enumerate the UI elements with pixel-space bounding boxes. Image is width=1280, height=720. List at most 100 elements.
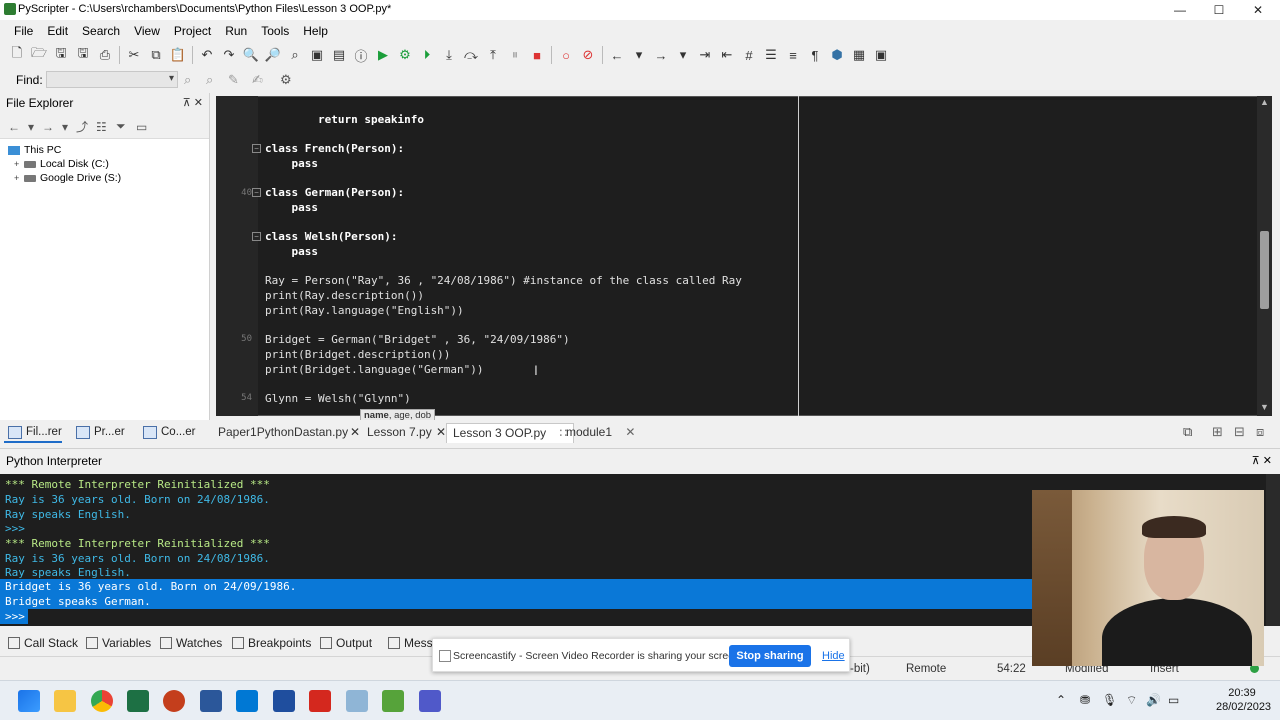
- tab-watches[interactable]: Watches: [158, 635, 222, 653]
- code-line[interactable]: return speakinfo: [265, 112, 424, 127]
- chevron-down-icon[interactable]: ▾: [28, 120, 42, 134]
- comment-icon[interactable]: #: [738, 44, 760, 66]
- tray-app-icon[interactable]: ⛃: [1080, 693, 1090, 707]
- find-input[interactable]: ▾: [46, 71, 178, 88]
- replace-icon[interactable]: ⌕: [284, 44, 306, 66]
- console-prompt[interactable]: >>>: [0, 609, 28, 624]
- chrome-icon[interactable]: [91, 690, 113, 712]
- folder-up-icon[interactable]: ⤴: [76, 118, 96, 135]
- fold-marker-icon[interactable]: −: [252, 188, 261, 197]
- word-icon[interactable]: [200, 690, 222, 712]
- editor-tab-lesson7[interactable]: Lesson 7.py: [367, 423, 432, 443]
- layout-icon[interactable]: ▦: [848, 44, 870, 66]
- code-line[interactable]: print(Bridget.language("German")): [265, 362, 484, 377]
- list-icon[interactable]: ☰: [760, 44, 782, 66]
- paste-icon[interactable]: 📋: [167, 44, 189, 66]
- print-icon[interactable]: ⎙: [94, 44, 116, 66]
- code-line[interactable]: print(Bridget.description()): [265, 347, 450, 362]
- menu-search[interactable]: Search: [75, 20, 127, 42]
- snipping-tool-icon[interactable]: [346, 690, 368, 712]
- tab-project-explorer[interactable]: Pr...er: [72, 423, 125, 443]
- editor-tab-lesson3-oop[interactable]: Lesson 3 OOP.py ∷: [446, 423, 575, 443]
- editor-vertical-scrollbar[interactable]: ▲ ▼: [1257, 96, 1272, 416]
- split-icon[interactable]: ⧈: [1256, 424, 1264, 440]
- wifi-icon[interactable]: ⌔: [1126, 693, 1137, 708]
- tree-node-this-pc[interactable]: This PC: [8, 143, 209, 157]
- dedent-icon[interactable]: ⇤: [716, 44, 738, 66]
- editor-tab-paper1[interactable]: Paper1PythonDastan.py: [218, 423, 348, 443]
- find-previous-icon[interactable]: ⌕: [206, 72, 213, 88]
- code-line[interactable]: class German(Person):: [265, 185, 404, 200]
- close-button[interactable]: ✕: [1238, 0, 1278, 20]
- favorites-icon[interactable]: ▭: [136, 120, 156, 134]
- status-engine[interactable]: Remote: [906, 663, 946, 675]
- find-next-icon[interactable]: 🔎: [262, 44, 284, 66]
- back-icon[interactable]: ←: [606, 44, 628, 66]
- mail-icon[interactable]: [273, 690, 295, 712]
- step-over-icon[interactable]: ⤼: [460, 44, 482, 66]
- search-icon[interactable]: 🔍: [240, 44, 262, 66]
- chevron-down-icon[interactable]: ▾: [62, 120, 76, 134]
- excel-icon[interactable]: [127, 690, 149, 712]
- forward-icon[interactable]: →: [42, 120, 62, 134]
- menu-help[interactable]: Help: [296, 20, 335, 42]
- code-line[interactable]: Bridget = German("Bridget" , 36, "24/09/…: [265, 332, 570, 347]
- save-icon[interactable]: 🖫: [50, 44, 72, 66]
- menu-view[interactable]: View: [127, 20, 167, 42]
- code-line[interactable]: class Welsh(Person):: [265, 229, 397, 244]
- tab-breakpoints[interactable]: Breakpoints: [230, 635, 311, 653]
- pause-icon[interactable]: ⏸: [504, 44, 526, 66]
- windows-start-icon[interactable]: [18, 690, 40, 712]
- layout-icon[interactable]: ⧉: [1183, 424, 1192, 440]
- code-line[interactable]: class French(Person):: [265, 141, 404, 156]
- volume-icon[interactable]: 🔊: [1146, 693, 1161, 707]
- step-into-icon[interactable]: ⤓: [438, 44, 460, 66]
- pilcrow-icon[interactable]: ¶: [804, 44, 826, 66]
- acrobat-icon[interactable]: [309, 690, 331, 712]
- panel-pin-close-icon[interactable]: ⊼ ✕: [183, 93, 203, 113]
- fold-marker-icon[interactable]: −: [252, 232, 261, 241]
- find-next-icon[interactable]: ⌕: [184, 72, 191, 88]
- new-tab-icon[interactable]: ⊞: [1212, 424, 1223, 440]
- panel-pin-close-icon[interactable]: ⊼ ✕: [1252, 454, 1272, 467]
- scroll-up-icon[interactable]: ▲: [1260, 97, 1269, 107]
- back-icon[interactable]: ←: [8, 120, 28, 134]
- taskbar-clock[interactable]: 20:39 28/02/2023: [1216, 686, 1271, 714]
- stop-sharing-button[interactable]: Stop sharing: [729, 645, 811, 667]
- tab-file-explorer[interactable]: Fil...rer: [4, 423, 62, 443]
- tab-call-stack[interactable]: Call Stack: [6, 635, 78, 653]
- run-to-cursor-icon[interactable]: ⏵: [416, 44, 438, 66]
- highlight-icon[interactable]: ✎: [228, 72, 239, 88]
- code-line[interactable]: Glynn = Welsh("Glynn"): [265, 391, 411, 406]
- tree-node-google-drive[interactable]: + Google Drive (S:): [8, 171, 209, 185]
- menu-edit[interactable]: Edit: [40, 20, 75, 42]
- code-line[interactable]: pass: [265, 244, 318, 259]
- redo-icon[interactable]: ↷: [218, 44, 240, 66]
- clear-breakpoints-icon[interactable]: ⊘: [577, 44, 599, 66]
- chevron-down-icon[interactable]: ▾: [169, 73, 174, 84]
- python-icon[interactable]: ⬢: [826, 44, 848, 66]
- powerpoint-icon[interactable]: [163, 690, 185, 712]
- save-all-icon[interactable]: 🖫: [72, 44, 94, 66]
- close-icon[interactable]: ✕: [625, 425, 635, 439]
- menu-run[interactable]: Run: [218, 20, 254, 42]
- pyscripter-taskbar-icon[interactable]: [382, 690, 404, 712]
- code-line[interactable]: Ray = Person("Ray", 36 , "24/08/1986") #…: [265, 273, 742, 288]
- copy-icon[interactable]: ⧉: [145, 44, 167, 66]
- indent-icon[interactable]: ⇥: [694, 44, 716, 66]
- menu-project[interactable]: Project: [167, 20, 218, 42]
- tab-code-explorer[interactable]: Co...er: [139, 423, 196, 443]
- cut-icon[interactable]: ✂: [123, 44, 145, 66]
- toggle-breakpoint-icon[interactable]: ○: [555, 44, 577, 66]
- file-explorer-taskbar-icon[interactable]: [54, 690, 76, 712]
- teams-icon[interactable]: [419, 690, 441, 712]
- code-line[interactable]: pass: [265, 200, 318, 215]
- syntax-check-icon[interactable]: ▤: [328, 44, 350, 66]
- match-case-icon[interactable]: ✍: [252, 72, 263, 88]
- minimize-button[interactable]: —: [1160, 0, 1200, 20]
- menu-file[interactable]: File: [7, 20, 40, 42]
- run-icon[interactable]: ▶: [372, 44, 394, 66]
- expand-icon[interactable]: +: [14, 171, 24, 185]
- console-scrollbar[interactable]: [1266, 474, 1280, 626]
- microphone-icon[interactable]: 🎙: [1102, 693, 1117, 707]
